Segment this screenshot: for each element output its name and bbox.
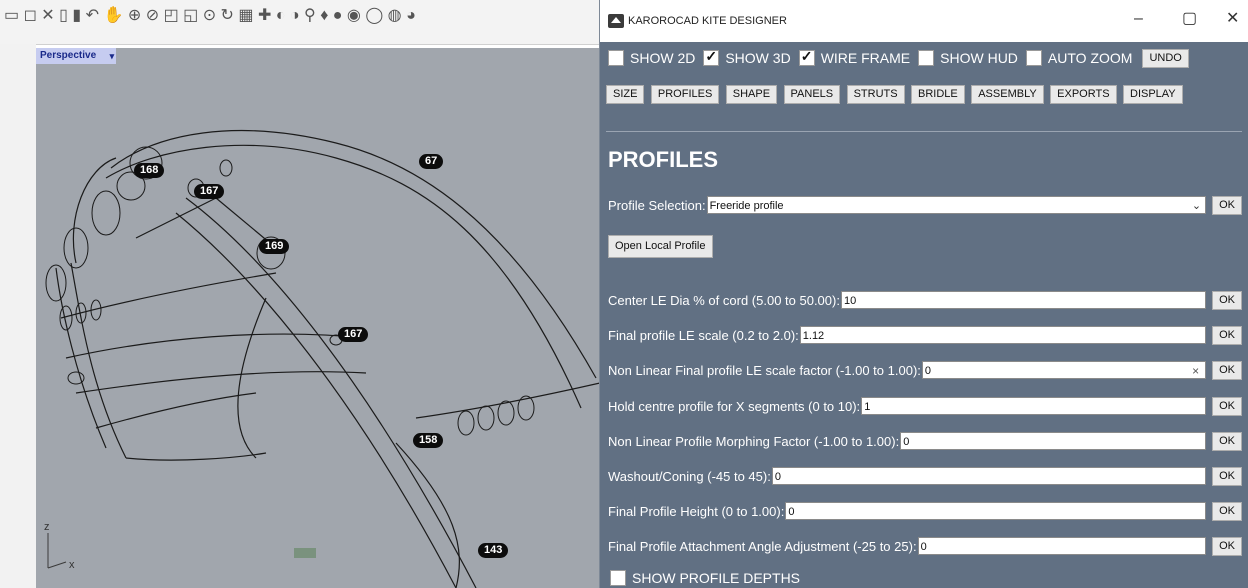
window-title: KAROROCAD KITE DESIGNER (628, 15, 787, 27)
hold-centre-profile-input[interactable]: 1 (861, 397, 1207, 415)
field-label: Final Profile Height (0 to 1.00): (608, 503, 785, 519)
ok-button[interactable]: OK (1212, 325, 1242, 345)
kite-wireframe: z x (44, 130, 600, 588)
app-logo-icon (608, 14, 624, 28)
label-badge: 168 (134, 163, 165, 178)
profile-selection-ok-button[interactable]: OK (1212, 195, 1242, 215)
field-label: Hold centre profile for X segments (0 to… (608, 398, 861, 414)
show-profile-depths-row: SHOW PROFILE DEPTHS (610, 570, 808, 586)
profile-selection-label: Profile Selection: (608, 197, 706, 213)
title-bar: KAROROCAD KITE DESIGNER – ▢ ✕ (600, 0, 1248, 42)
nav-panels-button[interactable]: PANELS (783, 85, 841, 104)
morphing-factor-input[interactable]: 0 (900, 432, 1207, 450)
profile-selection-value: Freeride profile (709, 200, 784, 212)
non-linear-le-scale-value: 0 (924, 365, 932, 377)
washout-coning-input[interactable]: 0 (771, 467, 1207, 485)
final-profile-height-input[interactable]: 0 (785, 502, 1207, 520)
show-profile-depths-label: SHOW PROFILE DEPTHS (632, 570, 801, 586)
show-3d-checkbox[interactable] (703, 48, 720, 66)
label-badge: 169 (259, 239, 290, 254)
grid-origin-marker (294, 548, 316, 558)
open-local-profile-button[interactable]: Open Local Profile (608, 235, 713, 258)
field-label: Final profile LE scale (0.2 to 2.0): (608, 327, 799, 343)
kite-designer-window: KAROROCAD KITE DESIGNER – ▢ ✕ SHOW 2D SH… (599, 0, 1248, 588)
show-profile-depths-checkbox[interactable] (610, 570, 626, 586)
label-badge: 167 (194, 184, 225, 199)
ok-button[interactable]: OK (1212, 290, 1242, 310)
field-row: Non Linear Profile Morphing Factor (-1.0… (608, 431, 1242, 451)
axis-z-label: z (44, 521, 50, 533)
axis-x-label: x (69, 559, 75, 571)
undo-button[interactable]: UNDO (1142, 48, 1189, 68)
ok-button[interactable]: OK (1212, 536, 1242, 556)
field-label: Washout/Coning (-45 to 45): (608, 468, 771, 484)
field-row: Hold centre profile for X segments (0 to… (608, 396, 1242, 416)
toolbar-icon-strip[interactable]: ▭ ◻ ✕ ▯ ▮ ↶ ✋ ⊕ ⊘ ◰ ◱ ⊙ ↻ ▦ ✚ ◐ ◑ ⚲ ♦ ● … (4, 8, 416, 24)
field-label: Final Profile Attachment Angle Adjustmen… (608, 538, 917, 554)
nav-profiles-button[interactable]: PROFILES (650, 85, 720, 104)
nav-size-button[interactable]: SIZE (606, 85, 645, 104)
profile-selection-dropdown[interactable]: Freeride profile ⌄ (706, 196, 1207, 214)
nav-assembly-button[interactable]: ASSEMBLY (971, 85, 1044, 104)
nav-struts-button[interactable]: STRUTS (846, 85, 905, 104)
rhino-toolbar: ▭ ◻ ✕ ▯ ▮ ↶ ✋ ⊕ ⊘ ◰ ◱ ⊙ ↻ ▦ ✚ ◐ ◑ ⚲ ♦ ● … (0, 0, 600, 45)
show-3d-label: SHOW 3D (725, 50, 791, 66)
field-label: Non Linear Profile Morphing Factor (-1.0… (608, 433, 900, 449)
rhino-left-strip (0, 44, 36, 588)
page-title: PROFILES (608, 147, 719, 172)
label-badge: 67 (419, 154, 444, 169)
field-row: Final profile LE scale (0.2 to 2.0): 1.1… (608, 325, 1242, 345)
label-badge: 158 (413, 433, 444, 448)
attachment-angle-input[interactable]: 0 (917, 537, 1207, 555)
ok-button[interactable]: OK (1212, 396, 1242, 416)
nav-display-button[interactable]: DISPLAY (1123, 85, 1183, 104)
display-toggles: SHOW 2D SHOW 3D WIRE FRAME SHOW HUD AUTO… (608, 48, 1189, 68)
non-linear-le-scale-input[interactable]: 0 × (921, 361, 1207, 380)
maximize-icon[interactable]: ▢ (1182, 11, 1197, 27)
field-row: Final Profile Height (0 to 1.00): 0 OK (608, 501, 1242, 521)
field-label: Center LE Dia % of cord (5.00 to 50.00): (608, 292, 840, 308)
field-row: Washout/Coning (-45 to 45): 0 OK (608, 466, 1242, 486)
nav-bridle-button[interactable]: BRIDLE (911, 85, 965, 104)
clear-icon[interactable]: × (1192, 362, 1199, 380)
section-nav: SIZE PROFILES SHAPE PANELS STRUTS BRIDLE… (606, 84, 1206, 108)
show-2d-checkbox[interactable] (608, 50, 624, 66)
profile-selection-row: Profile Selection: Freeride profile ⌄ OK (608, 195, 1242, 215)
label-badge: 143 (478, 543, 509, 558)
auto-zoom-checkbox[interactable] (1025, 50, 1042, 66)
center-le-dia-input[interactable]: 10 (840, 291, 1207, 309)
ok-button[interactable]: OK (1212, 431, 1242, 451)
wire-frame-label: WIRE FRAME (820, 50, 911, 66)
ok-button[interactable]: OK (1212, 466, 1242, 486)
field-label: Non Linear Final profile LE scale factor… (608, 362, 921, 378)
show-hud-label: SHOW HUD (940, 50, 1018, 66)
perspective-viewport[interactable]: Perspective ▾ z x (36, 48, 600, 588)
nav-shape-button[interactable]: SHAPE (725, 85, 778, 104)
ok-button[interactable]: OK (1212, 360, 1242, 380)
field-row: Non Linear Final profile LE scale factor… (608, 360, 1242, 380)
label-badge: 167 (338, 327, 369, 342)
chevron-down-icon: ⌄ (1191, 200, 1202, 212)
show-2d-label: SHOW 2D (630, 50, 696, 66)
field-row: Center LE Dia % of cord (5.00 to 50.00):… (608, 290, 1242, 310)
final-profile-le-scale-input[interactable]: 1.12 (799, 326, 1207, 344)
ok-button[interactable]: OK (1212, 501, 1242, 521)
auto-zoom-label: AUTO ZOOM (1047, 50, 1133, 66)
close-icon[interactable]: ✕ (1226, 11, 1239, 27)
wire-frame-checkbox[interactable] (798, 48, 815, 66)
divider (606, 131, 1242, 132)
minimize-icon[interactable]: – (1134, 11, 1143, 27)
field-row: Final Profile Attachment Angle Adjustmen… (608, 536, 1242, 556)
show-hud-checkbox[interactable] (918, 50, 935, 66)
nav-exports-button[interactable]: EXPORTS (1050, 85, 1117, 104)
